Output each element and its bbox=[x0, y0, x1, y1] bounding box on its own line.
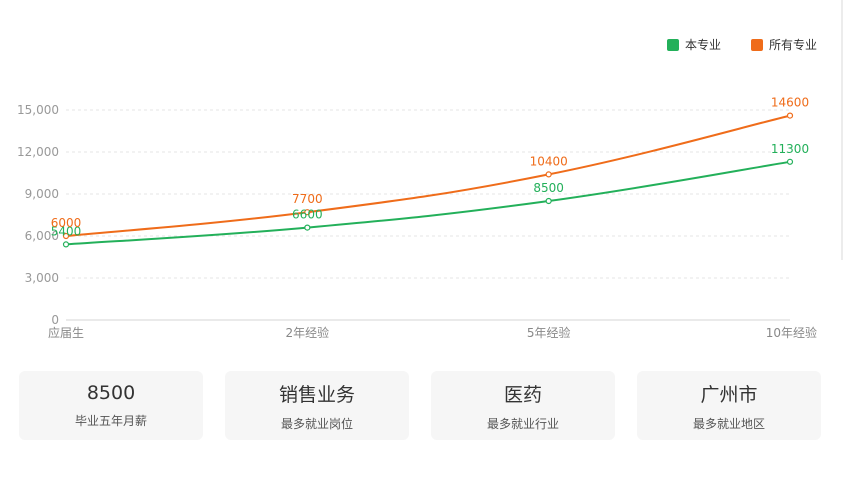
x-tick-label: 10年经验 bbox=[766, 325, 817, 340]
grid-lines bbox=[66, 109, 790, 279]
data-label: 8500 bbox=[533, 181, 564, 195]
stat-label: 最多就业行业 bbox=[486, 416, 559, 431]
data-label: 10400 bbox=[530, 154, 568, 168]
stat-card-region: 广州市 最多就业地区 bbox=[637, 371, 821, 440]
stat-card-salary: 8500 毕业五年月薪 bbox=[19, 371, 203, 440]
salary-line-chart: 03,0006,0009,00012,00015,000 应届生 2年经验 5年经验… bbox=[17, 96, 817, 340]
data-point[interactable] bbox=[545, 171, 552, 178]
legend-item-all-majors[interactable]: 所有专业 bbox=[750, 36, 817, 53]
legend-label-major: 本专业 bbox=[684, 38, 721, 52]
stat-label: 最多就业岗位 bbox=[280, 416, 353, 431]
legend-label-all-majors: 所有专业 bbox=[768, 38, 817, 52]
data-label: 7700 bbox=[292, 192, 323, 206]
stat-value: 销售业务 bbox=[278, 383, 355, 406]
y-tick-label: 0 bbox=[51, 313, 59, 327]
stats-cards: 8500 毕业五年月薪 销售业务 最多就业岗位 医药 最多就业行业 广州市 最多… bbox=[19, 371, 821, 440]
chart-legend: 本专业 所有专业 bbox=[666, 36, 817, 53]
legend-swatch-major bbox=[666, 38, 679, 51]
data-label: 6000 bbox=[51, 216, 82, 230]
series-line-1 bbox=[65, 114, 791, 237]
stat-value: 8500 bbox=[86, 382, 136, 404]
data-point[interactable] bbox=[304, 224, 311, 231]
data-label: 6600 bbox=[292, 208, 323, 222]
y-tick-label: 3,000 bbox=[25, 271, 59, 285]
data-point[interactable] bbox=[545, 197, 552, 205]
y-tick-label: 9,000 bbox=[25, 187, 59, 201]
legend-swatch-all-majors bbox=[750, 38, 763, 51]
stat-card-position: 销售业务 最多就业岗位 bbox=[225, 371, 409, 440]
y-tick-label: 12,000 bbox=[17, 145, 59, 159]
data-point[interactable] bbox=[786, 112, 794, 119]
data-label: 11300 bbox=[771, 142, 809, 156]
stat-label: 最多就业地区 bbox=[692, 416, 765, 431]
x-tick-label: 应届生 bbox=[48, 325, 84, 340]
stat-card-industry: 医药 最多就业行业 bbox=[431, 371, 615, 440]
stat-label: 毕业五年月薪 bbox=[74, 414, 147, 428]
x-tick-label: 2年经验 bbox=[286, 325, 330, 340]
stat-value: 广州市 bbox=[700, 383, 758, 406]
series-line-0 bbox=[65, 160, 791, 246]
x-axis-tick-labels: 应届生 2年经验 5年经验 10年经验 bbox=[48, 325, 817, 340]
data-label: 14600 bbox=[771, 96, 809, 110]
data-labels: 54006600850011300600077001040014600 bbox=[51, 96, 809, 239]
y-axis-tick-labels: 03,0006,0009,00012,00015,000 bbox=[17, 103, 59, 327]
data-point[interactable] bbox=[786, 158, 794, 165]
series-lines bbox=[62, 112, 794, 248]
x-tick-label: 5年经验 bbox=[527, 325, 571, 340]
y-tick-label: 15,000 bbox=[17, 103, 59, 117]
legend-item-major[interactable]: 本专业 bbox=[666, 36, 721, 53]
data-point[interactable] bbox=[62, 241, 70, 248]
stat-value: 医药 bbox=[503, 383, 542, 406]
